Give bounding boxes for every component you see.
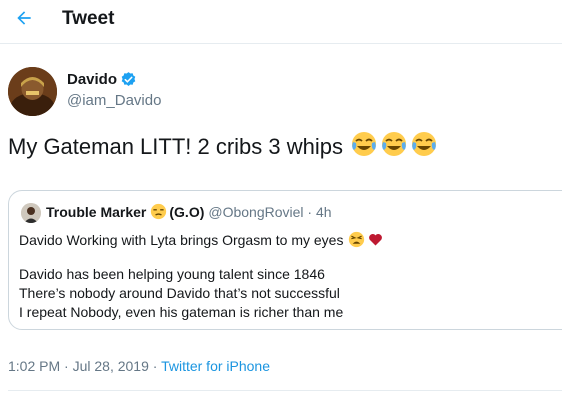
quoted-line-2: Davido has been helping young talent sin… <box>19 266 325 282</box>
face-with-tears-of-joy-icon <box>411 131 437 163</box>
divider <box>8 390 562 391</box>
tweet-text: My Gateman LITT! 2 cribs 3 whips <box>8 134 343 159</box>
quoted-header: Trouble Marker (G.O) @ObongRoviel · 4h <box>46 203 332 220</box>
quoted-meta: @ObongRoviel · 4h <box>208 203 332 220</box>
tweet-body: My Gateman LITT! 2 cribs 3 whips <box>8 131 437 163</box>
weary-face-icon <box>348 231 365 248</box>
author-display-name[interactable]: Davido <box>67 71 117 88</box>
quoted-line-1: Davido Working with Lyta brings Orgasm t… <box>19 231 383 248</box>
emoji-group <box>351 131 437 163</box>
unamused-face-icon <box>150 203 167 220</box>
quoted-avatar[interactable] <box>21 203 41 223</box>
tweet-timestamp[interactable]: 1:02 PM · Jul 28, 2019 · <box>8 358 161 374</box>
quoted-author-name[interactable]: Trouble Marker <box>46 204 146 220</box>
quoted-line-4: I repeat Nobody, even his gateman is ric… <box>19 304 344 320</box>
author-name[interactable]: Davido <box>67 71 137 88</box>
page-title: Tweet <box>62 8 115 29</box>
tweet-header: Tweet <box>0 0 562 44</box>
author-handle[interactable]: @iam_Davido <box>67 92 161 109</box>
quoted-author-suffix[interactable]: (G.O) <box>169 204 204 220</box>
arrow-left-icon <box>14 8 34 33</box>
verified-badge-icon <box>120 71 137 88</box>
quoted-tweet[interactable]: Trouble Marker (G.O) @ObongRoviel · 4h D… <box>8 190 562 330</box>
quoted-line-1-text: Davido Working with Lyta brings Orgasm t… <box>19 231 344 248</box>
quoted-line-3: There’s nobody around Davido that’s not … <box>19 285 340 301</box>
tweet-source-link[interactable]: Twitter for iPhone <box>161 358 270 374</box>
author-avatar[interactable] <box>8 67 57 116</box>
face-with-tears-of-joy-icon <box>351 131 377 163</box>
red-heart-icon <box>368 232 383 247</box>
back-button[interactable] <box>8 4 40 36</box>
face-with-tears-of-joy-icon <box>381 131 407 163</box>
tweet-metadata: 1:02 PM · Jul 28, 2019 · Twitter for iPh… <box>8 358 270 374</box>
